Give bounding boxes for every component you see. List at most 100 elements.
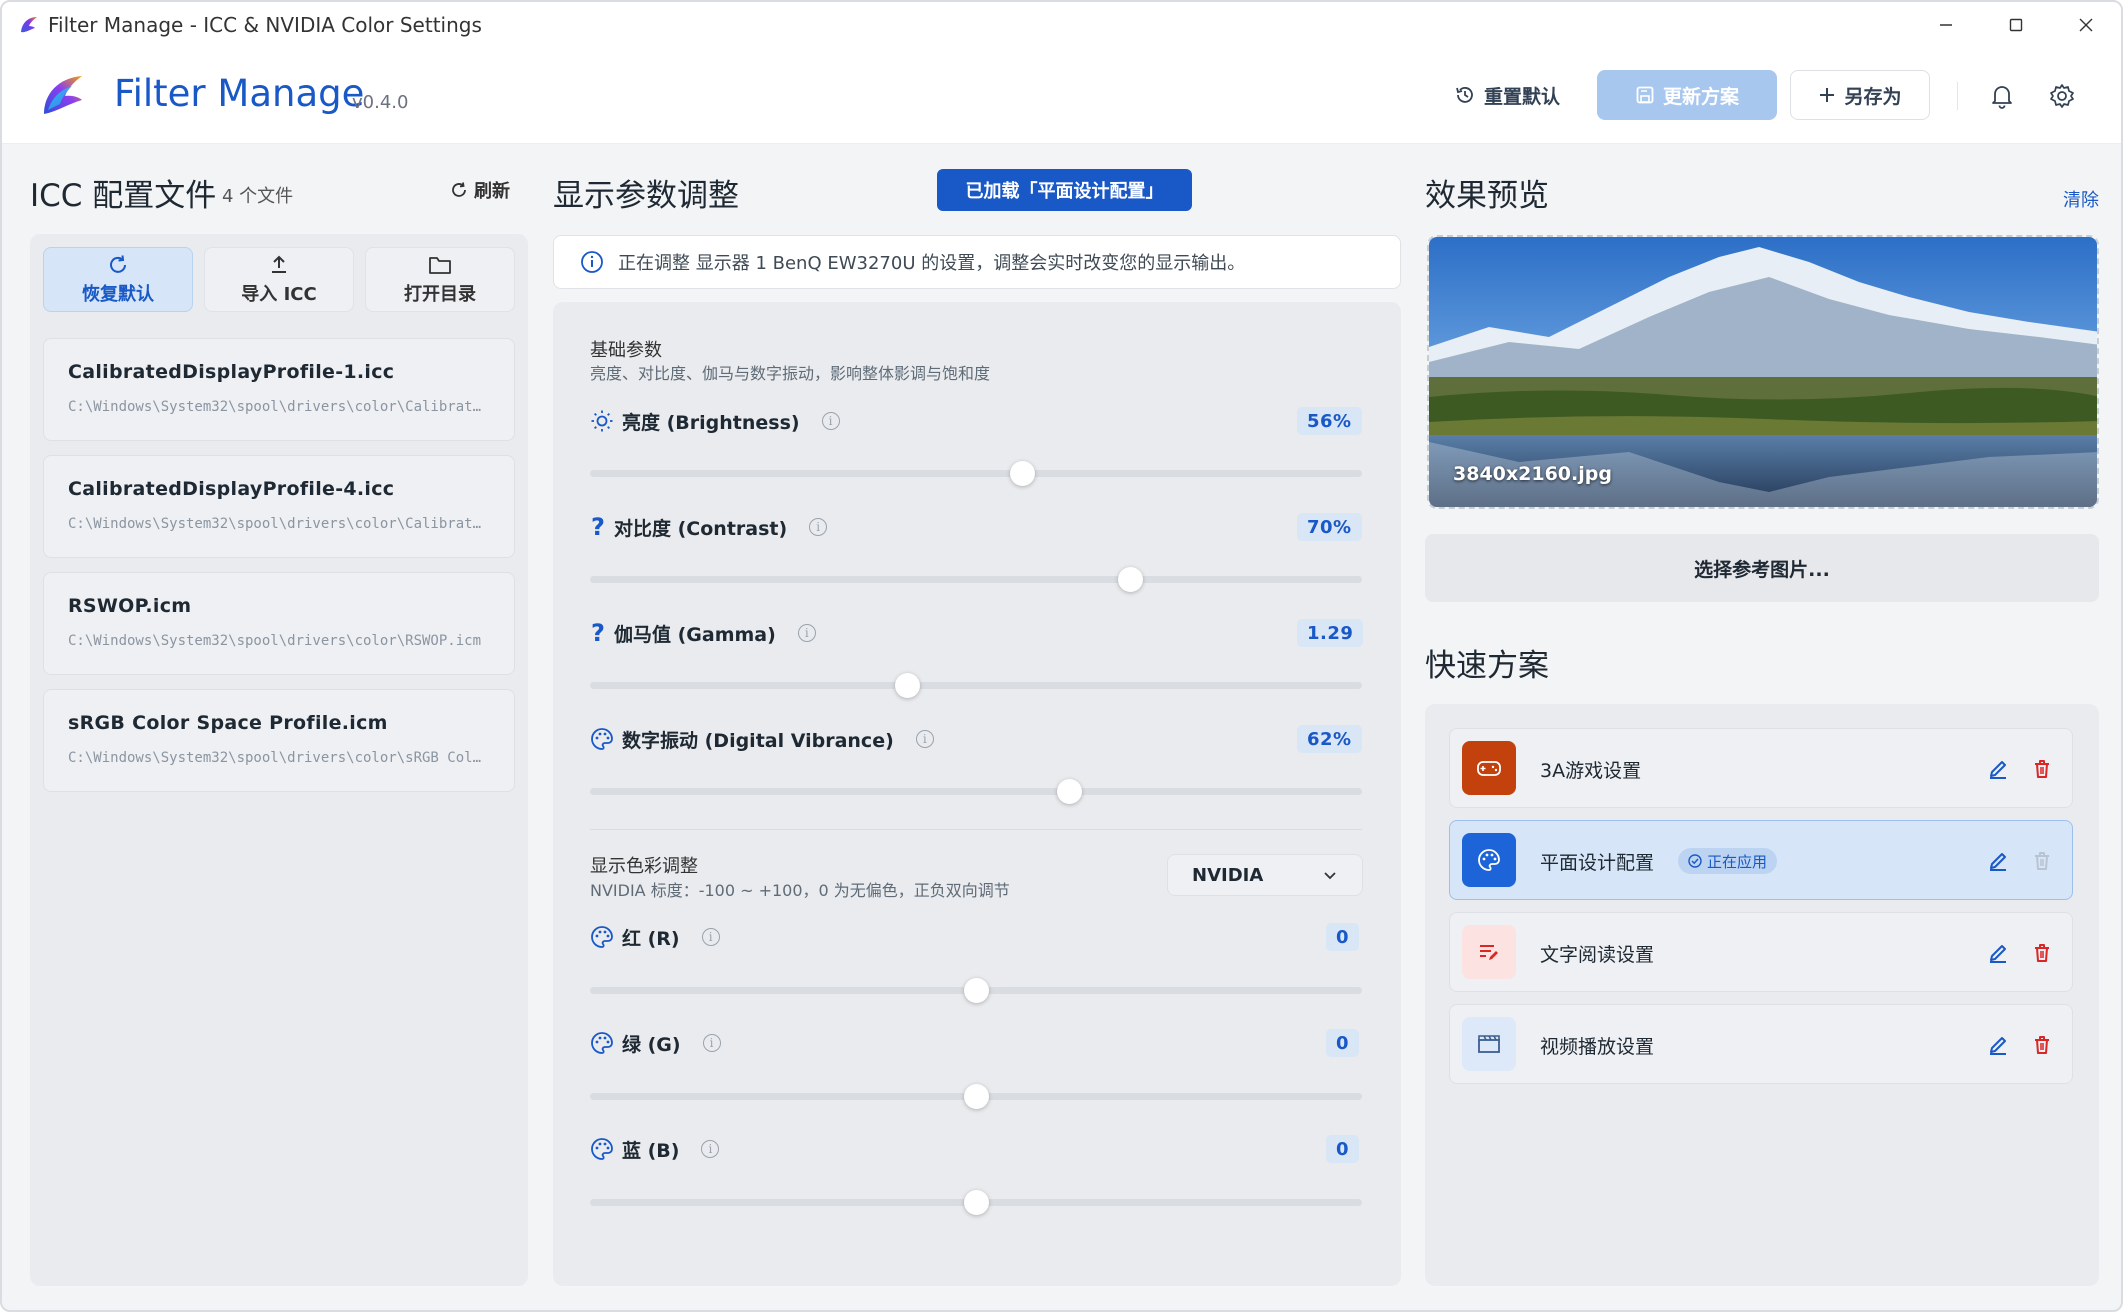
preset-item[interactable]: 文字阅读设置 — [1449, 912, 2073, 992]
info-icon[interactable]: i — [797, 624, 816, 642]
slider-thumb[interactable] — [894, 673, 920, 698]
icc-file-item[interactable]: RSWOP.icm C:\Windows\System32\spool\driv… — [43, 572, 515, 675]
red-label: 红 (R) i — [590, 922, 720, 952]
color-source-select[interactable]: NVIDIA — [1167, 854, 1363, 896]
applied-label: 正在应用 — [1707, 852, 1768, 871]
edit-preset-button[interactable] — [1982, 845, 2014, 877]
info-icon[interactable]: i — [821, 412, 840, 430]
import-icc-label: 导入 ICC — [241, 283, 317, 305]
text-edit-icon — [1462, 925, 1516, 979]
blue-value: 0 — [1326, 1135, 1360, 1163]
refresh-icon — [452, 182, 466, 197]
question-icon: ? — [591, 619, 605, 647]
chevron-down-icon — [1324, 872, 1336, 880]
basic-params-subtitle: 亮度、对比度、伽马与数字振动，影响整体影调与饱和度 — [590, 364, 991, 383]
palette-icon — [591, 1032, 613, 1054]
save-icon — [1636, 86, 1654, 104]
gamma-label: ? 伽马值 (Gamma) i — [590, 618, 816, 648]
green-slider[interactable] — [590, 1084, 1362, 1109]
clapperboard-icon — [1462, 1017, 1516, 1071]
app-icon — [21, 17, 37, 33]
close-button[interactable] — [2051, 2, 2121, 48]
red-value: 0 — [1326, 923, 1360, 951]
update-preset-label: 更新方案 — [1662, 85, 1739, 108]
preview-image: 3840x2160.jpg — [1427, 235, 2099, 509]
maximize-button[interactable] — [1981, 2, 2051, 48]
icc-file-item[interactable]: CalibratedDisplayProfile-4.icc C:\Window… — [43, 455, 515, 558]
gamma-slider[interactable] — [590, 673, 1362, 698]
clear-preview-link[interactable]: 清除 — [2063, 186, 2099, 212]
display-params-panel: 基础参数 亮度、对比度、伽马与数字振动，影响整体影调与饱和度 亮度 (Brigh… — [553, 302, 1401, 1286]
info-icon[interactable]: i — [701, 1140, 720, 1158]
icc-file-path: C:\Windows\System32\spool\drivers\color\… — [68, 399, 488, 415]
edit-preset-button[interactable] — [1982, 753, 2014, 785]
refresh-icon — [110, 254, 126, 273]
update-preset-button[interactable]: 更新方案 — [1597, 70, 1777, 120]
icc-file-name: CalibratedDisplayProfile-4.icc — [68, 478, 395, 500]
minimize-button[interactable] — [1911, 2, 1981, 48]
slider-thumb[interactable] — [964, 978, 989, 1003]
reset-default-button[interactable]: 重置默认 — [1442, 70, 1572, 120]
slider-thumb[interactable] — [964, 1190, 989, 1215]
edit-preset-button[interactable] — [1982, 1029, 2014, 1061]
contrast-slider[interactable] — [590, 567, 1362, 592]
notifications-button[interactable] — [1982, 76, 2022, 116]
restore-default-button[interactable]: 恢复默认 — [43, 247, 193, 312]
import-icc-button[interactable]: 导入 ICC — [204, 247, 354, 312]
info-icon[interactable]: i — [915, 730, 934, 748]
pencil-icon — [1990, 1037, 2006, 1055]
edit-preset-button[interactable] — [1982, 937, 2014, 969]
open-directory-button[interactable]: 打开目录 — [365, 247, 515, 312]
icc-file-name: sRGB Color Space Profile.icm — [68, 712, 388, 734]
slider-thumb[interactable] — [1118, 567, 1144, 592]
slider-thumb[interactable] — [964, 1084, 989, 1109]
info-icon[interactable]: i — [702, 1034, 721, 1052]
save-as-label: 另存为 — [1844, 85, 1902, 108]
pencil-icon — [1990, 853, 2006, 871]
upload-icon — [272, 255, 286, 273]
preset-item[interactable]: 3A游戏设置 — [1449, 728, 2073, 808]
red-label-text: 红 (R) — [622, 927, 680, 950]
green-value: 0 — [1326, 1029, 1360, 1057]
delete-preset-button[interactable] — [2026, 753, 2058, 785]
delete-preset-button[interactable] — [2026, 1029, 2058, 1061]
quick-presets-title: 快速方案 — [1425, 648, 1549, 684]
display-section-title: 显示参数调整 — [553, 178, 739, 214]
brand-name: Filter Manage — [114, 72, 365, 115]
palette-icon — [1462, 833, 1516, 887]
icc-file-path: C:\Windows\System32\spool\drivers\color\… — [68, 516, 488, 532]
slider-thumb[interactable] — [1010, 461, 1036, 486]
red-slider[interactable] — [590, 978, 1362, 1003]
icc-section-title: ICC 配置文件 — [30, 178, 217, 214]
info-icon[interactable]: i — [809, 518, 828, 536]
info-banner: 正在调整 显示器 1 BenQ EW3270U 的设置，调整会实时改变您的显示输… — [553, 235, 1401, 289]
palette-icon — [591, 1138, 613, 1160]
trash-icon — [2035, 852, 2049, 870]
brightness-slider[interactable] — [590, 461, 1362, 486]
quick-presets-panel: 3A游戏设置 平面设计配置 正在应用 文字阅读设置 视频播放设置 — [1425, 704, 2099, 1286]
slider-thumb[interactable] — [1056, 779, 1082, 804]
app-logo — [44, 76, 82, 114]
minimize-icon — [1940, 24, 1952, 26]
icc-panel: 恢复默认 导入 ICC 打开目录 CalibratedDisplayProfil… — [30, 234, 528, 1286]
choose-reference-image-button[interactable]: 选择参考图片... — [1425, 534, 2099, 602]
vibrance-label-text: 数字振动 (Digital Vibrance) — [622, 729, 894, 752]
preview-filename: 3840x2160.jpg — [1453, 463, 1612, 485]
save-as-button[interactable]: 另存为 — [1790, 70, 1930, 120]
vibrance-label: 数字振动 (Digital Vibrance) i — [590, 724, 934, 754]
icc-file-item[interactable]: sRGB Color Space Profile.icm C:\Windows\… — [43, 689, 515, 792]
icc-file-item[interactable]: CalibratedDisplayProfile-1.icc C:\Window… — [43, 338, 515, 441]
blue-slider[interactable] — [590, 1190, 1362, 1215]
refresh-button[interactable]: 刷新 — [450, 177, 510, 203]
preset-item[interactable]: 视频播放设置 — [1449, 1004, 2073, 1084]
preset-item-active[interactable]: 平面设计配置 正在应用 — [1449, 820, 2073, 900]
delete-preset-button[interactable] — [2026, 937, 2058, 969]
settings-button[interactable] — [2042, 76, 2082, 116]
info-icon[interactable]: i — [701, 928, 720, 946]
maximize-icon — [2009, 18, 2023, 32]
loaded-preset-badge: 已加载「平面设计配置」 — [937, 169, 1192, 211]
vibrance-slider[interactable] — [590, 779, 1362, 804]
icc-file-path: C:\Windows\System32\spool\drivers\color\… — [68, 633, 482, 649]
pencil-icon — [1990, 761, 2006, 779]
trash-icon — [2035, 1036, 2049, 1054]
